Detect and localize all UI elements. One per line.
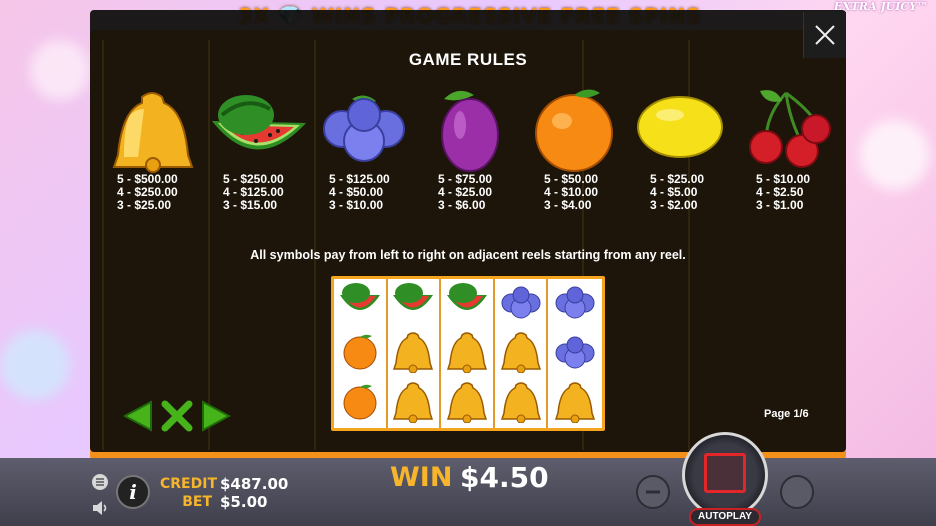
- background-bubble: [0, 330, 70, 400]
- bell-icon: [390, 329, 436, 378]
- bell-icon: [390, 379, 436, 428]
- page-navigation: [123, 400, 231, 432]
- info-button[interactable]: i: [116, 475, 150, 509]
- pay-line: 3 - $2.00: [650, 198, 698, 212]
- orange-icon: [338, 331, 382, 376]
- bet-increase-button[interactable]: [780, 475, 814, 509]
- bet-decrease-button[interactable]: [636, 475, 670, 509]
- reel-cell: [388, 328, 442, 379]
- menu-icon[interactable]: [92, 474, 108, 490]
- bell-icon: [552, 379, 598, 428]
- bell-icon: [498, 329, 544, 378]
- autoplay-button[interactable]: AUTOPLAY: [689, 508, 761, 526]
- credit-label: CREDIT: [160, 476, 217, 492]
- reel-cell: [441, 378, 495, 428]
- previous-page-icon[interactable]: [123, 400, 152, 432]
- example-reel-grid: [334, 279, 602, 428]
- reel-cell: [495, 328, 549, 379]
- reel-cell: [548, 378, 602, 428]
- paytable-watermelon: 5 - $250.00 4 - $125.00 3 - $15.00: [223, 173, 323, 212]
- paytable-plum: 5 - $75.00 4 - $25.00 3 - $6.00: [438, 173, 538, 212]
- lemon-icon: [630, 85, 736, 175]
- cherries-icon: [736, 85, 842, 175]
- modal-title: GAME RULES: [408, 50, 528, 69]
- example-reels: [331, 276, 605, 431]
- blueberries-icon: [553, 281, 597, 326]
- paytable-cherries: 5 - $10.00 4 - $2.50 3 - $1.00: [756, 173, 856, 212]
- paytable-orange: 5 - $50.00 4 - $10.00 3 - $4.00: [544, 173, 644, 212]
- win-label: WIN: [390, 462, 453, 493]
- blueberries-icon: [312, 85, 418, 175]
- pay-line: 3 - $4.00: [544, 198, 592, 212]
- orange-icon: [524, 85, 630, 175]
- close-page-icon[interactable]: [161, 400, 193, 432]
- credit-value: $487.00: [220, 475, 289, 493]
- close-icon: [815, 25, 835, 45]
- bell-icon: [498, 379, 544, 428]
- bell-icon: [444, 379, 490, 428]
- sound-icon[interactable]: [92, 500, 110, 516]
- bet-label: BET: [182, 494, 212, 510]
- paytable-blueberries: 5 - $125.00 4 - $50.00 3 - $10.00: [329, 173, 429, 212]
- bell-icon: [100, 85, 206, 175]
- reel-cell: [388, 279, 442, 329]
- orange-icon: [338, 381, 382, 426]
- pay-line: 3 - $1.00: [756, 198, 804, 212]
- bet-value: $5.00: [220, 493, 268, 511]
- reel-cell: [441, 279, 495, 329]
- reel-cell: [548, 329, 602, 379]
- paytable-lemon: 5 - $25.00 4 - $5.00 3 - $2.00: [650, 173, 750, 212]
- background-bubble: [860, 120, 930, 190]
- reel-cell: [495, 378, 549, 428]
- reel-cell: [334, 328, 388, 379]
- pay-line: 3 - $15.00: [223, 198, 278, 212]
- page-indicator: Page 1/6: [764, 408, 809, 420]
- paytable-bell: 5 - $500.00 4 - $250.00 3 - $25.00: [117, 173, 217, 212]
- pay-line: 3 - $10.00: [329, 198, 384, 212]
- bell-icon: [444, 329, 490, 378]
- watermelon-icon: [445, 281, 489, 326]
- watermelon-icon: [206, 85, 312, 175]
- reel-cell: [334, 279, 388, 329]
- reel-cell: [334, 378, 388, 428]
- background-bubble: [30, 40, 90, 100]
- reel-cell: [441, 328, 495, 379]
- minus-icon: [646, 490, 660, 494]
- pay-line: 3 - $6.00: [438, 198, 486, 212]
- watermelon-icon: [391, 281, 435, 326]
- win-value: $4.50: [460, 461, 549, 494]
- rule-description: All symbols pay from left to right on ad…: [250, 248, 686, 262]
- stop-icon: [704, 453, 746, 493]
- blueberries-icon: [553, 331, 597, 376]
- reel-cell: [388, 378, 442, 428]
- reel-cell: [495, 279, 549, 329]
- blueberries-icon: [499, 281, 543, 326]
- reel-cell: [548, 279, 602, 329]
- pay-line: 3 - $25.00: [117, 198, 172, 212]
- next-page-icon[interactable]: [202, 400, 231, 432]
- plum-icon: [418, 85, 524, 175]
- brand-logo: EXTRA JUICY™: [833, 0, 928, 13]
- watermelon-icon: [338, 281, 382, 326]
